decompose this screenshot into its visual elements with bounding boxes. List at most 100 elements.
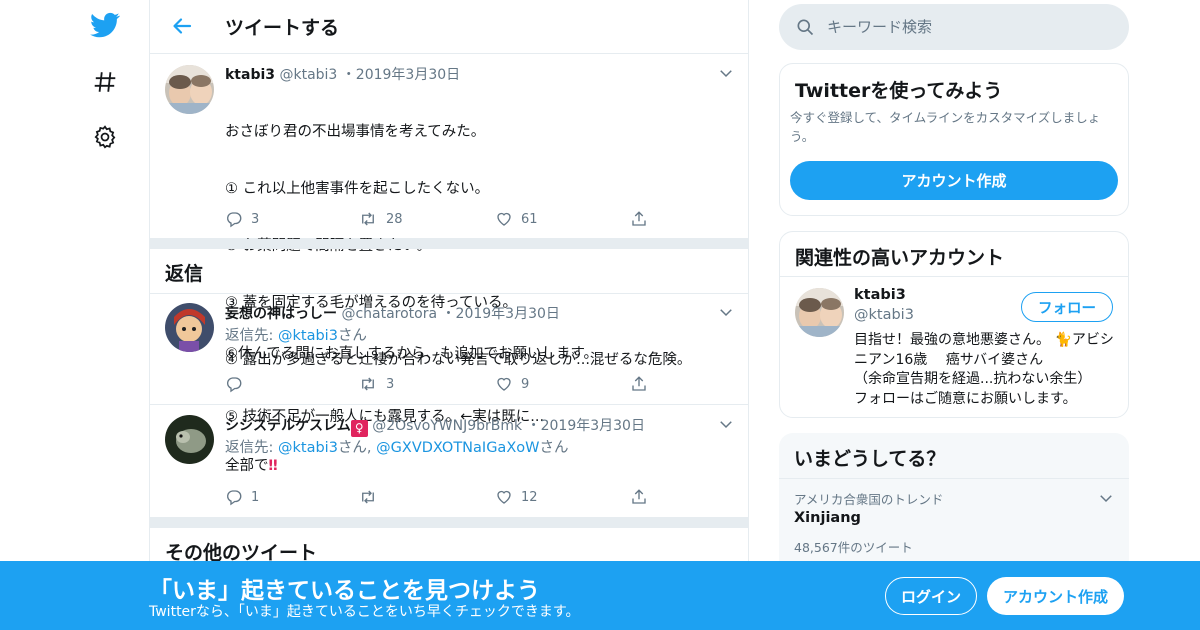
share-icon [632, 489, 646, 504]
gear-icon[interactable] [90, 122, 120, 152]
tweet-date[interactable]: 2019年3月30日 [456, 306, 560, 322]
related-card-title: 関連性の高いアカウント [795, 247, 1005, 269]
hashtag-icon[interactable] [90, 67, 120, 97]
retweet-action[interactable]: 3 [358, 374, 394, 394]
tweet-header: シシステルケスレム ♀ @2OsvoYWNJ9brBmk ・2019年3月30日 [225, 415, 645, 437]
like-count: 12 [521, 489, 538, 505]
divider [780, 276, 1128, 277]
reply-action[interactable] [225, 374, 251, 394]
user-name[interactable]: 妄想の神はっしー [225, 306, 337, 322]
reply-tweet[interactable]: シシステルケスレム ♀ @2OsvoYWNJ9brBmk ・2019年3月30日 … [150, 405, 748, 518]
bio-line: （余命宣告期を経過...抗わない余生） [854, 371, 1092, 387]
user-handle[interactable]: @chatarotora [341, 306, 437, 322]
share-icon [632, 376, 646, 391]
account-bio: 目指せ！最強の意地悪婆さん。 🐈アビシニアン16歳 癌サバイ婆さん （余命宣告期… [854, 331, 1116, 409]
trend-count: 48,567件のツイート [794, 540, 913, 555]
avatar[interactable] [165, 303, 214, 352]
dot-separator: ・ [441, 306, 456, 322]
tweet-text: ⑥休んでる間にお直しするから、も追加でお願いします。 [225, 346, 599, 362]
share-action[interactable] [630, 374, 648, 394]
bio-line: フォローはご随意にお願いします。 [854, 390, 1077, 407]
banner-subtitle: Twitterなら、「いま」起きていることをいち早くチェックできます。 [149, 604, 580, 620]
user-name[interactable]: シシステルケスレム [225, 418, 351, 434]
like-action[interactable]: 12 [495, 487, 538, 507]
back-arrow-icon[interactable] [170, 14, 194, 38]
main-column: ツイートする ktabi3 @ktabi3 ・2019年3月30日 おさぼり君の… [149, 0, 749, 630]
reply-icon [227, 377, 242, 393]
avatar[interactable] [165, 415, 214, 464]
share-action[interactable] [630, 487, 648, 507]
user-handle[interactable]: @2OsvoYWNJ9brBmk [372, 418, 522, 434]
reply-to-link[interactable]: @ktabi3 [278, 328, 338, 344]
retweet-count: 3 [386, 376, 395, 392]
tweet-actions: 1 12 [225, 487, 665, 507]
create-account-button[interactable]: アカウント作成 [790, 161, 1118, 200]
signup-button[interactable]: アカウント作成 [987, 577, 1124, 615]
tweet-page: ツイートする ktabi3 @ktabi3 ・2019年3月30日 おさぼり君の… [0, 0, 1200, 630]
retweet-action[interactable] [358, 487, 386, 507]
retweet-count: 28 [386, 211, 403, 227]
follow-button[interactable]: フォロー [1021, 292, 1113, 322]
reply-context: 返信先: @ktabi3さん, @GXVDXOTNaIGaXoWさん [225, 436, 568, 457]
reply-count: 1 [251, 489, 260, 505]
reply-separator: さん, [337, 440, 377, 456]
signup-banner: 「いま」起きていることを見つけよう Twitterなら、「いま」起きていることを… [0, 561, 1200, 630]
banner-title: 「いま」起きていることを見つけよう [149, 578, 540, 604]
search-input[interactable] [827, 12, 1117, 42]
retweet-icon [362, 490, 374, 504]
user-handle[interactable]: @ktabi3 [279, 67, 337, 83]
trend-name[interactable]: Xinjiang [794, 510, 861, 526]
chevron-down-icon[interactable] [717, 415, 735, 433]
trends-card-title: いまどうしてる？ [794, 448, 946, 470]
signup-card-title: Twitterを使ってみよう [795, 80, 1003, 102]
main-tweet[interactable]: ktabi3 @ktabi3 ・2019年3月30日 おさぼり君の不出場事情を考… [150, 54, 748, 425]
chevron-down-icon[interactable] [717, 64, 735, 82]
reply-action[interactable]: 1 [225, 487, 259, 507]
chevron-down-icon[interactable] [1097, 489, 1115, 507]
search-icon [795, 17, 815, 37]
retweet-action[interactable]: 28 [358, 209, 403, 229]
avatar[interactable] [795, 288, 844, 337]
tweet-header: 妄想の神はっしー @chatarotora ・2019年3月30日 [225, 303, 560, 323]
twitter-bird-icon[interactable] [90, 10, 120, 40]
login-button[interactable]: ログイン [885, 577, 977, 615]
reply-tweet[interactable]: 妄想の神はっしー @chatarotora ・2019年3月30日 返信先: @… [150, 293, 748, 405]
section-divider [150, 518, 748, 528]
tweet-date[interactable]: 2019年3月30日 [541, 418, 645, 434]
replies-heading: 返信 [165, 263, 204, 285]
reply-count: 3 [251, 211, 260, 227]
reply-to-link[interactable]: @ktabi3 [278, 440, 338, 456]
user-name[interactable]: ktabi3 [225, 67, 275, 83]
tweet-text: 全部で‼ [225, 457, 278, 476]
share-action[interactable] [630, 209, 648, 229]
like-action[interactable]: 61 [495, 209, 538, 229]
reply-suffix: さん [337, 328, 367, 344]
section-divider [150, 239, 748, 249]
account-handle[interactable]: @ktabi3 [854, 307, 914, 323]
dot-separator: ・ [526, 418, 541, 434]
tweet-line: ① これ以上他害事件を起こしたくない。 [225, 181, 490, 197]
like-count: 9 [521, 376, 530, 392]
reply-action[interactable]: 3 [225, 209, 259, 229]
signup-card: Twitterを使ってみよう 今すぐ登録して、タイムラインをカスタマイズしましょ… [779, 63, 1129, 216]
account-name[interactable]: ktabi3 [854, 287, 906, 303]
tweet-text-content: 全部で [225, 458, 269, 474]
divider [779, 478, 1129, 479]
like-action[interactable]: 9 [495, 374, 529, 394]
tweet-line: おさぼり君の不出場事情を考えてみた。 [225, 124, 486, 140]
tweet-date[interactable]: 2019年3月30日 [356, 67, 460, 83]
reply-prefix: 返信先: [225, 440, 278, 456]
page-title: ツイートする [225, 17, 340, 39]
chevron-down-icon[interactable] [717, 303, 735, 321]
heart-icon [497, 212, 511, 226]
dot-separator: ・ [341, 67, 356, 83]
signup-card-subtitle: 今すぐ登録して、タイムラインをカスタマイズしましょう。 [790, 110, 1101, 144]
search-box [779, 4, 1129, 50]
reply-icon [227, 212, 242, 228]
reply-to-link[interactable]: @GXVDXOTNaIGaXoW [376, 440, 539, 456]
female-sign-icon: ♀ [350, 420, 368, 437]
avatar[interactable] [165, 65, 214, 114]
reply-prefix: 返信先: [225, 328, 278, 344]
left-nav [70, 0, 150, 630]
tweet-header: ktabi3 @ktabi3 ・2019年3月30日 [225, 64, 460, 84]
